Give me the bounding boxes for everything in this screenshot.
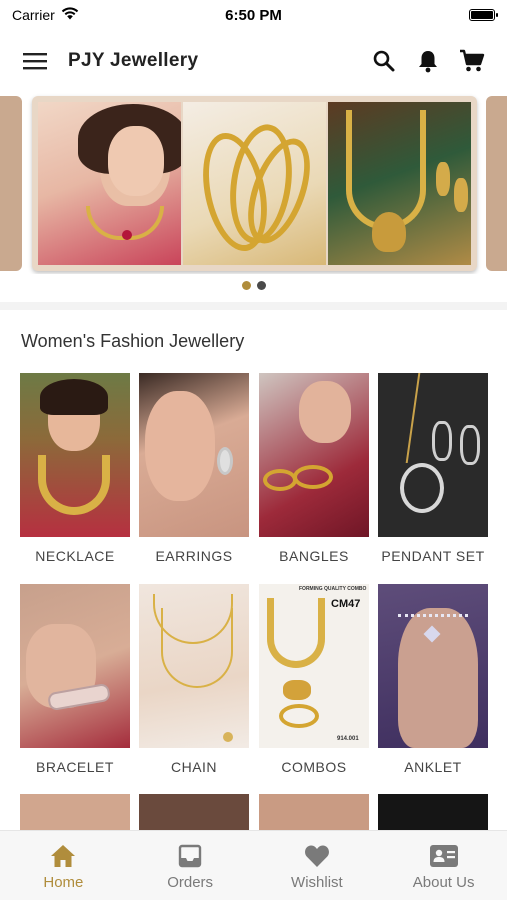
category-tile-bracelet[interactable]: BRACELET bbox=[20, 584, 130, 775]
carousel-slide-current[interactable] bbox=[32, 96, 477, 271]
category-label: EARRINGS bbox=[155, 548, 233, 564]
hamburger-menu-icon bbox=[23, 53, 47, 70]
category-label: BANGLES bbox=[279, 548, 349, 564]
carousel-slide-next[interactable] bbox=[486, 96, 507, 271]
wifi-icon bbox=[61, 7, 79, 23]
banner-model-necklace-image bbox=[38, 102, 181, 265]
combo-image-price: 914.001 bbox=[337, 736, 359, 742]
category-image-partial bbox=[20, 794, 130, 834]
app-bar: PJY Jewellery bbox=[0, 36, 507, 86]
banner-necklace-set-image bbox=[328, 102, 471, 265]
nav-item-wishlist[interactable]: Wishlist bbox=[254, 831, 381, 900]
category-tile-combos[interactable]: FORMING QUALITY COMBO CM47 914.001 COMBO… bbox=[259, 584, 369, 775]
category-image-necklace bbox=[20, 373, 130, 537]
carousel-dot[interactable] bbox=[256, 281, 266, 290]
category-tile-anklet[interactable]: ANKLET bbox=[378, 584, 488, 775]
category-label: PENDANT SET bbox=[381, 548, 485, 564]
category-label: COMBOS bbox=[281, 759, 347, 775]
category-tile-partial[interactable] bbox=[378, 794, 488, 834]
banner-carousel[interactable] bbox=[0, 92, 507, 274]
bell-icon bbox=[419, 51, 437, 73]
category-tile-earrings[interactable]: EARRINGS bbox=[139, 373, 249, 564]
battery-icon bbox=[469, 9, 498, 21]
carousel-slide-previous[interactable] bbox=[0, 96, 22, 271]
carousel-indicator bbox=[0, 281, 507, 290]
status-left: Carrier bbox=[12, 7, 79, 23]
category-tile-partial[interactable] bbox=[259, 794, 369, 834]
app-actions bbox=[367, 44, 489, 78]
app-title: PJY Jewellery bbox=[68, 50, 199, 71]
combo-image-header: FORMING QUALITY COMBO bbox=[299, 586, 367, 592]
cart-button[interactable] bbox=[455, 44, 489, 78]
category-image-partial bbox=[139, 794, 249, 834]
heart-icon bbox=[304, 845, 329, 867]
shopping-cart-icon bbox=[460, 49, 485, 72]
category-image-partial bbox=[378, 794, 488, 834]
carrier-label: Carrier bbox=[12, 7, 55, 23]
category-label: BRACELET bbox=[36, 759, 114, 775]
category-image-anklet bbox=[378, 584, 488, 748]
category-image-chain bbox=[139, 584, 249, 748]
section-divider bbox=[0, 302, 507, 310]
bottom-navigation: Home Orders Wishlist About Us bbox=[0, 830, 507, 900]
category-image-bracelet bbox=[20, 584, 130, 748]
category-image-partial bbox=[259, 794, 369, 834]
nav-label-home: Home bbox=[43, 874, 84, 891]
nav-label-about-us: About Us bbox=[412, 874, 475, 891]
nav-item-about-us[interactable]: About Us bbox=[380, 831, 507, 900]
category-label: ANKLET bbox=[404, 759, 462, 775]
category-tile-partial[interactable] bbox=[139, 794, 249, 834]
search-button[interactable] bbox=[367, 44, 401, 78]
category-tile-partial[interactable] bbox=[20, 794, 130, 834]
category-image-bangles bbox=[259, 373, 369, 537]
category-label: CHAIN bbox=[170, 759, 218, 775]
carousel-dot[interactable] bbox=[241, 281, 251, 290]
category-tile-chain[interactable]: CHAIN bbox=[139, 584, 249, 775]
status-bar: Carrier 6:50 PM bbox=[0, 0, 507, 30]
menu-button[interactable] bbox=[18, 44, 52, 78]
category-tile-pendant-set[interactable]: PENDANT SET bbox=[378, 373, 488, 564]
category-tile-necklace[interactable]: NECKLACE bbox=[20, 373, 130, 564]
category-image-combos: FORMING QUALITY COMBO CM47 914.001 bbox=[259, 584, 369, 748]
inbox-icon bbox=[178, 844, 202, 868]
category-image-earrings bbox=[139, 373, 249, 537]
contact-card-icon bbox=[429, 845, 458, 867]
nav-item-orders[interactable]: Orders bbox=[127, 831, 254, 900]
category-tile-bangles[interactable]: BANGLES bbox=[259, 373, 369, 564]
nav-item-home[interactable]: Home bbox=[0, 831, 127, 900]
home-icon bbox=[51, 845, 76, 867]
nav-label-wishlist: Wishlist bbox=[291, 874, 343, 891]
search-icon bbox=[373, 50, 395, 72]
category-label: NECKLACE bbox=[35, 548, 115, 564]
category-image-pendant-set bbox=[378, 373, 488, 537]
nav-label-orders: Orders bbox=[167, 874, 214, 891]
banner-bangles-image bbox=[183, 102, 326, 265]
notifications-button[interactable] bbox=[411, 44, 445, 78]
section-title: Women's Fashion Jewellery bbox=[21, 331, 245, 351]
combo-image-code: CM47 bbox=[331, 598, 361, 610]
